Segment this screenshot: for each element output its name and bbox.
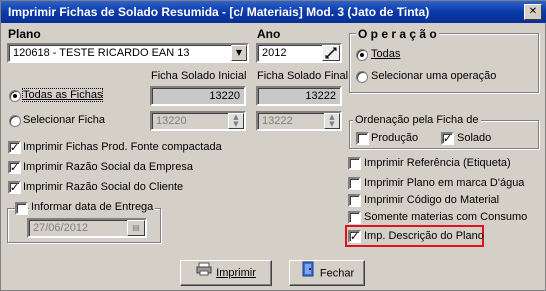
dialog-window: Imprimir Fichas de Solado Resumida - [c/…: [0, 0, 546, 291]
entrega-date-field: 27/06/2012 ▤: [27, 218, 147, 238]
producao-label[interactable]: Produção: [371, 132, 418, 144]
marca-dagua-checkbox[interactable]: [348, 177, 361, 190]
imprimir-button[interactable]: Imprimir: [180, 260, 272, 286]
exit-door-icon: [300, 261, 316, 286]
operacao-group: [349, 33, 539, 93]
operacao-title: O p e r a ç ã o: [356, 27, 439, 41]
sel-final-value: 13222: [262, 115, 293, 127]
chevron-down-icon[interactable]: ▼: [231, 45, 247, 61]
descricao-plano-label[interactable]: Imp. Descrição do Plano: [364, 230, 484, 242]
selecionar-ficha-label[interactable]: Selecionar Ficha: [23, 114, 105, 126]
ordenacao-title: Ordenação pela Ficha de: [353, 114, 481, 126]
codigo-material-checkbox[interactable]: [348, 194, 361, 207]
sel-final-field: 13222 ▲ ▼: [256, 111, 342, 131]
fonte-compactada-checkbox[interactable]: ✓: [8, 141, 21, 154]
plano-value: 120618 - TESTE RICARDO EAN 13: [13, 47, 190, 59]
operacao-selecionar-radio[interactable]: [356, 71, 368, 83]
plano-dropdown[interactable]: 120618 - TESTE RICARDO EAN 13 ▼: [7, 43, 249, 63]
selecionar-ficha-radio[interactable]: [9, 115, 21, 127]
fechar-button[interactable]: Fechar: [289, 260, 365, 286]
materias-consumo-checkbox[interactable]: [348, 211, 361, 224]
sel-inicial-field: 13220 ▲ ▼: [150, 111, 246, 131]
marca-dagua-label[interactable]: Imprimir Plano em marca D'água: [364, 177, 524, 189]
razao-cliente-checkbox[interactable]: ✓: [8, 181, 21, 194]
imprimir-label: Imprimir: [216, 267, 256, 279]
fonte-compactada-label[interactable]: Imprimir Fichas Prod. Fonte compactada: [23, 141, 222, 153]
sel-inicial-value: 13220: [156, 115, 187, 127]
window-title: Imprimir Fichas de Solado Resumida - [c/…: [8, 5, 430, 19]
operacao-todas-label[interactable]: Todas: [371, 48, 400, 60]
ano-value: 2012: [262, 47, 287, 59]
descricao-plano-checkbox[interactable]: ✓: [348, 230, 361, 243]
calendar-spin-icon[interactable]: [322, 45, 340, 61]
todas-inicial-field: 13220: [150, 86, 246, 106]
ficha-final-header: Ficha Solado Final: [257, 70, 349, 82]
producao-checkbox[interactable]: [356, 132, 369, 145]
todas-fichas-radio[interactable]: [9, 90, 21, 102]
ano-label: Ano: [257, 27, 281, 41]
printer-icon: [196, 261, 212, 285]
codigo-material-label[interactable]: Imprimir Código do Material: [364, 194, 499, 206]
calendar-icon: ▤: [127, 220, 145, 236]
operacao-todas-radio[interactable]: [356, 49, 368, 61]
solado-label[interactable]: Solado: [457, 132, 491, 144]
fechar-label: Fechar: [319, 267, 355, 280]
razao-cliente-label[interactable]: Imprimir Razão Social do Cliente: [23, 181, 183, 193]
operacao-selecionar-label[interactable]: Selecionar uma operação: [371, 70, 496, 82]
razao-empresa-label[interactable]: Imprimir Razão Social da Empresa: [23, 161, 193, 173]
ficha-inicial-header: Ficha Solado Inicial: [151, 70, 247, 82]
materias-consumo-label[interactable]: Somente materias com Consumo: [364, 211, 527, 223]
todas-final-field: 13222: [256, 86, 342, 106]
razao-empresa-checkbox[interactable]: ✓: [8, 161, 21, 174]
spin-icon: ▲ ▼: [324, 113, 340, 129]
close-button[interactable]: ✕: [524, 4, 542, 20]
spin-icon: ▲ ▼: [228, 113, 244, 129]
referencia-label[interactable]: Imprimir Referência (Etiqueta): [364, 157, 511, 169]
referencia-checkbox[interactable]: [348, 157, 361, 170]
title-bar[interactable]: Imprimir Fichas de Solado Resumida - [c/…: [1, 1, 546, 23]
todas-fichas-label[interactable]: Todas as Fichas: [21, 88, 104, 102]
ano-field[interactable]: 2012: [256, 43, 342, 63]
entrega-date-value: 27/06/2012: [33, 222, 89, 234]
entrega-checkbox[interactable]: [15, 202, 28, 215]
plano-label: Plano: [8, 27, 41, 41]
entrega-label[interactable]: Informar data de Entrega: [29, 201, 156, 213]
solado-checkbox[interactable]: ✓: [441, 132, 454, 145]
